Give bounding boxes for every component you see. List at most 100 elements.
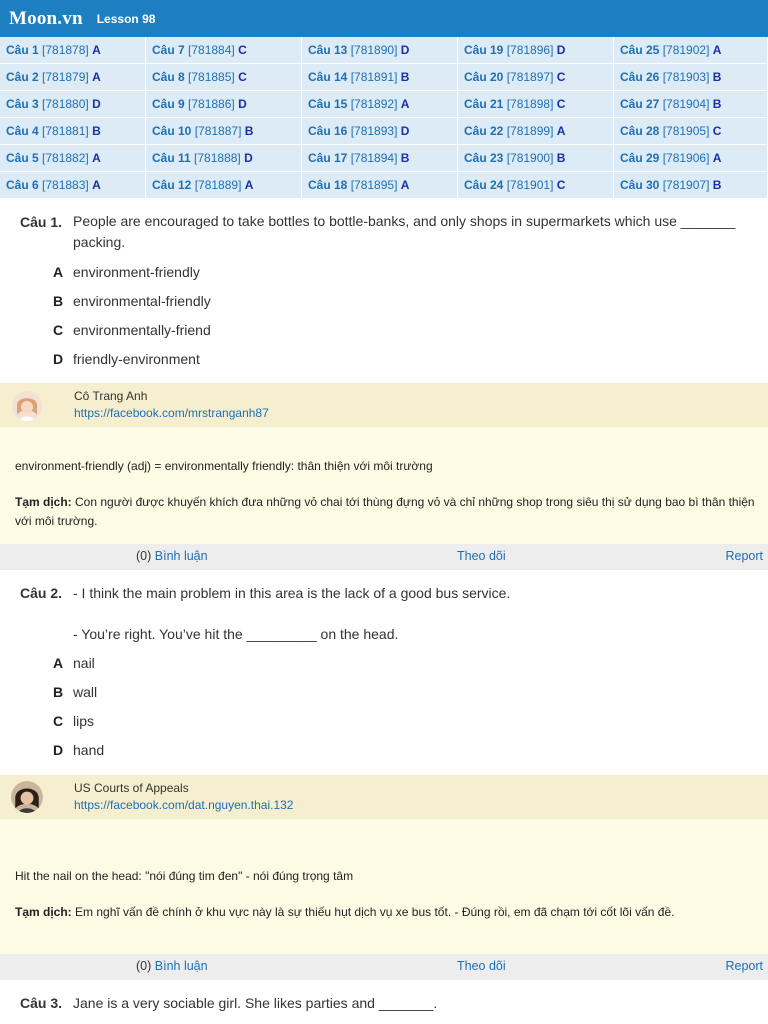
answer-key-question: Câu 7	[152, 43, 185, 57]
answer-key-cell[interactable]: Câu 22 [781899] A	[458, 118, 614, 145]
answer-key-question: Câu 13	[308, 43, 348, 57]
answer-key-id: [781885]	[188, 70, 235, 84]
answer-key-id: [781897]	[506, 70, 554, 84]
answer-key-cell[interactable]: Câu 27 [781904] B	[614, 91, 768, 118]
author-name: US Courts of Appeals	[74, 781, 189, 795]
top-header-bar: Moon.vn Lesson 98	[0, 0, 768, 37]
answer-key-question: Câu 6	[6, 178, 39, 192]
option-c[interactable]: Cenvironmentally-friend	[53, 322, 211, 338]
question-text-line-1: - I think the main problem in this area …	[73, 585, 511, 601]
answer-key-question: Câu 17	[308, 151, 348, 165]
answer-key-cell[interactable]: Câu 1 [781878] A	[0, 37, 146, 64]
translation-text: Tạm dịch: Em nghĩ vấn đề chính ở khu vực…	[15, 903, 758, 922]
author-box: Cô Trang Anh https://facebook.com/mrstra…	[0, 383, 768, 427]
answer-key-id: [781898]	[506, 97, 554, 111]
answer-key-cell[interactable]: Câu 21 [781898] C	[458, 91, 614, 118]
answer-key-answer: D	[556, 43, 566, 57]
comment-link[interactable]: (0) Bình luận	[136, 959, 208, 973]
answer-key-cell[interactable]: Câu 28 [781905] C	[614, 118, 768, 145]
answer-key-question: Câu 16	[308, 124, 348, 138]
option-a[interactable]: Aenvironment-friendly	[53, 264, 200, 280]
answer-key-id: [781888]	[194, 151, 241, 165]
answer-key-cell[interactable]: Câu 8 [781885] C	[146, 64, 302, 91]
answer-key-answer: C	[556, 70, 566, 84]
comment-link[interactable]: (0) Bình luận	[136, 549, 208, 563]
answer-key-id: [781891]	[350, 70, 398, 84]
answer-key-cell[interactable]: Câu 29 [781906] A	[614, 145, 768, 172]
author-link[interactable]: https://facebook.com/mrstranganh87	[74, 406, 269, 420]
answer-key-cell[interactable]: Câu 4 [781881] B	[0, 118, 146, 145]
option-a[interactable]: Anail	[53, 655, 95, 671]
answer-key-cell[interactable]: Câu 5 [781882] A	[0, 145, 146, 172]
answer-key-id: [781878]	[42, 43, 89, 57]
answer-key-cell[interactable]: Câu 6 [781883] A	[0, 172, 146, 199]
option-c[interactable]: Clips	[53, 713, 94, 729]
answer-key-answer: D	[400, 124, 410, 138]
answer-key-cell[interactable]: Câu 2 [781879] A	[0, 64, 146, 91]
report-link[interactable]: Report	[725, 549, 763, 563]
answer-key-question: Câu 5	[6, 151, 39, 165]
answer-key-cell[interactable]: Câu 24 [781901] C	[458, 172, 614, 199]
answer-key-cell[interactable]: Câu 10 [781887] B	[146, 118, 302, 145]
follow-link[interactable]: Theo dõi	[457, 959, 506, 973]
option-text: hand	[73, 742, 105, 758]
option-text: environmentally-friend	[73, 322, 211, 338]
answer-key-cell[interactable]: Câu 15 [781892] A	[302, 91, 458, 118]
answer-key-cell[interactable]: Câu 30 [781907] B	[614, 172, 768, 199]
answer-key-question: Câu 23	[464, 151, 504, 165]
report-link[interactable]: Report	[725, 959, 763, 973]
answer-key-cell[interactable]: Câu 9 [781886] D	[146, 91, 302, 118]
answer-key-id: [781900]	[506, 151, 554, 165]
question-1: Câu 1. People are encouraged to take bot…	[0, 211, 768, 253]
answer-key-question: Câu 4	[6, 124, 39, 138]
answer-key-answer: A	[556, 124, 566, 138]
answer-key-answer: C	[712, 124, 722, 138]
answer-key-question: Câu 24	[464, 178, 504, 192]
translation-label: Tạm dịch:	[15, 905, 72, 919]
answer-key-cell[interactable]: Câu 13 [781890] D	[302, 37, 458, 64]
answer-key-answer: A	[712, 151, 722, 165]
answer-key-answer: C	[238, 70, 247, 84]
answer-key-cell[interactable]: Câu 16 [781893] D	[302, 118, 458, 145]
answer-key-cell[interactable]: Câu 23 [781900] B	[458, 145, 614, 172]
answer-key-id: [781894]	[350, 151, 398, 165]
option-b[interactable]: Benvironmental-friendly	[53, 293, 211, 309]
answer-key-cell[interactable]: Câu 19 [781896] D	[458, 37, 614, 64]
answer-key-question: Câu 19	[464, 43, 504, 57]
answer-key-cell[interactable]: Câu 17 [781894] B	[302, 145, 458, 172]
option-b[interactable]: Bwall	[53, 684, 97, 700]
answer-key-cell[interactable]: Câu 14 [781891] B	[302, 64, 458, 91]
answer-key-cell[interactable]: Câu 11 [781888] D	[146, 145, 302, 172]
answer-key-answer: B	[712, 178, 722, 192]
answer-key-cell[interactable]: Câu 20 [781897] C	[458, 64, 614, 91]
answer-key-question: Câu 2	[6, 70, 39, 84]
option-d[interactable]: Dfriendly-environment	[53, 351, 200, 367]
answer-key-question: Câu 9	[152, 97, 185, 111]
answer-key-id: [781887]	[194, 124, 242, 138]
answer-key-cell[interactable]: Câu 25 [781902] A	[614, 37, 768, 64]
translation-text: Tạm dịch: Con người được khuyến khích đư…	[15, 493, 758, 531]
answer-key-answer: A	[92, 178, 101, 192]
answer-key-id: [781881]	[42, 124, 89, 138]
answer-key-answer: B	[400, 70, 410, 84]
answer-key-cell[interactable]: Câu 7 [781884] C	[146, 37, 302, 64]
answer-key-cell[interactable]: Câu 26 [781903] B	[614, 64, 768, 91]
explanation-text: environment-friendly (adj) = environment…	[15, 459, 433, 473]
site-logo[interactable]: Moon.vn	[9, 8, 83, 30]
option-d[interactable]: Dhand	[53, 742, 104, 758]
answer-key-question: Câu 1	[6, 43, 39, 57]
option-text: environment-friendly	[73, 264, 200, 280]
follow-link[interactable]: Theo dõi	[457, 549, 506, 563]
answer-key-answer: B	[244, 124, 254, 138]
answer-key-cell[interactable]: Câu 18 [781895] A	[302, 172, 458, 199]
answer-key-cell[interactable]: Câu 12 [781889] A	[146, 172, 302, 199]
author-box: US Courts of Appeals https://facebook.co…	[0, 775, 768, 819]
answer-key-question: Câu 8	[152, 70, 185, 84]
answer-key-answer: C	[556, 178, 566, 192]
answer-key-cell[interactable]: Câu 3 [781880] D	[0, 91, 146, 118]
author-link[interactable]: https://facebook.com/dat.nguyen.thai.132	[74, 798, 293, 812]
question-number: Câu 2.	[20, 585, 63, 601]
comment-label: Bình luận	[154, 549, 208, 563]
answer-key-answer: B	[556, 151, 566, 165]
answer-key-question: Câu 18	[308, 178, 348, 192]
